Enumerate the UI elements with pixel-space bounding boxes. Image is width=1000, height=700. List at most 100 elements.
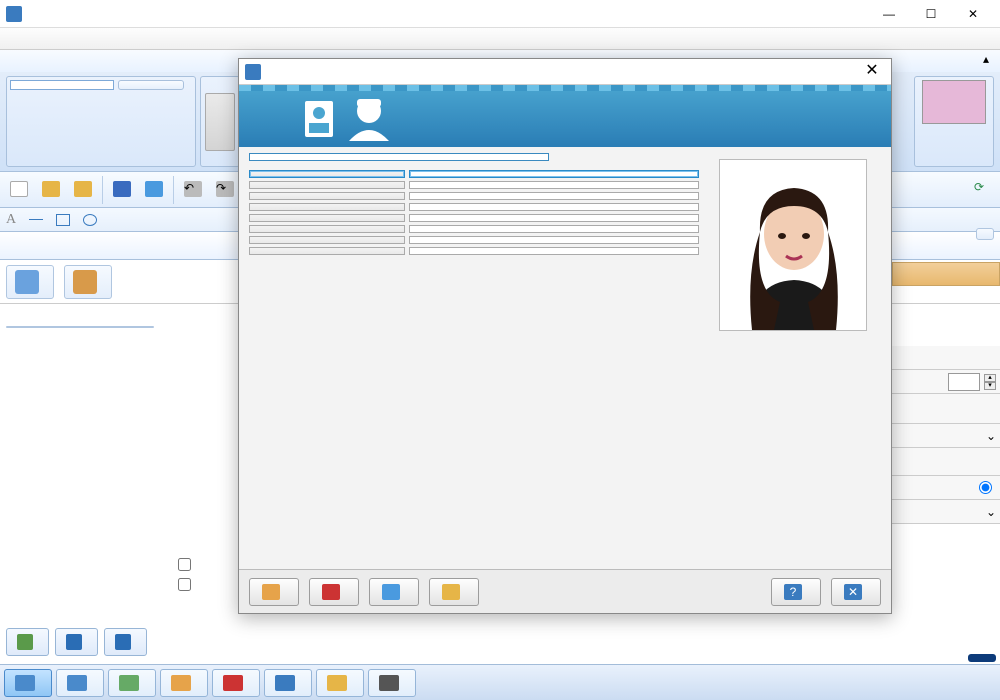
add-label-button[interactable] [6, 628, 49, 656]
close-button[interactable]: ✕ [952, 2, 994, 26]
edge-row: ▴▾ [892, 370, 1000, 394]
text-icon: A [6, 212, 16, 228]
print-icon [382, 584, 400, 600]
blank-select[interactable]: ⌄ [892, 500, 1000, 524]
row-issuing [249, 236, 699, 244]
tab-save-template[interactable] [264, 669, 312, 697]
tab-copy-design[interactable] [108, 669, 156, 697]
plus-icon [17, 634, 33, 650]
ellipse-tool[interactable] [83, 214, 100, 226]
card-back-icon [67, 675, 87, 691]
size-swatch[interactable] [922, 80, 986, 124]
edge-spinner[interactable]: ▴▾ [984, 374, 996, 390]
undo-button[interactable]: ↶ [178, 180, 208, 199]
print-icon [145, 181, 163, 197]
collapse-button[interactable]: ▴ [983, 52, 992, 66]
tab-card-front[interactable] [4, 669, 52, 697]
text-tool[interactable]: A [6, 212, 19, 228]
preview-thumb[interactable] [205, 93, 235, 151]
open-icon [42, 181, 60, 197]
tab-text-editing[interactable] [76, 65, 92, 72]
save-visitor-details-button[interactable] [55, 628, 98, 656]
line-tool[interactable] [29, 219, 46, 220]
app-icon [6, 6, 22, 22]
visitor-photo[interactable] [719, 159, 867, 331]
clear-details-button[interactable] [104, 628, 147, 656]
back-select[interactable]: ⌄ [892, 424, 1000, 448]
company2-value[interactable] [409, 214, 699, 222]
manual-checkbox-b[interactable] [178, 578, 191, 594]
phone-value[interactable] [409, 225, 699, 233]
visitor-no-value[interactable] [409, 203, 699, 211]
cancel-icon: ✕ [844, 584, 862, 600]
field-values-column [160, 326, 238, 328]
bottom-tabbar [0, 664, 1000, 700]
backup-restore-button[interactable]: ⟳ [974, 180, 994, 196]
visitor-details-header [249, 153, 549, 161]
menubar [0, 28, 1000, 50]
visitor-details-dialog: ✕ [238, 58, 892, 614]
clear-icon [115, 634, 131, 650]
template-list[interactable] [10, 80, 114, 90]
open-button[interactable] [36, 180, 66, 199]
save-button[interactable] [107, 180, 137, 199]
cancel-button[interactable]: ✕ [831, 578, 881, 606]
help-icon: ? [784, 584, 802, 600]
edge-input[interactable] [948, 373, 980, 391]
properties-header [892, 262, 1000, 286]
tab-card-back[interactable] [56, 669, 104, 697]
person-value[interactable] [409, 247, 699, 255]
save-icon [113, 181, 131, 197]
bottom-buttons [6, 628, 147, 656]
close-file-button[interactable] [68, 180, 98, 199]
card-background-button[interactable] [976, 228, 994, 240]
dialog-titlebar: ✕ [239, 59, 891, 85]
dialog-close-button[interactable]: ✕ [859, 61, 885, 83]
dialog-body [239, 147, 891, 569]
chevron-up-icon: ▴ [983, 52, 989, 66]
help-button[interactable]: ? [771, 578, 821, 606]
visitor-officer-icon [299, 91, 419, 145]
new-button[interactable] [4, 180, 34, 199]
visitor-icon [15, 270, 39, 294]
chevron-down-icon: ⌄ [986, 505, 996, 519]
company1-value[interactable] [409, 192, 699, 200]
print-button[interactable] [139, 180, 169, 199]
vertical-radio[interactable] [892, 476, 1000, 500]
printer-icon [379, 675, 399, 691]
tab-templates[interactable] [30, 65, 46, 72]
manage-template-button[interactable] [118, 80, 184, 90]
title-value[interactable] [409, 181, 699, 189]
image-icon [262, 584, 280, 600]
manual-checkbox-a[interactable] [178, 558, 191, 574]
ribbon-preview [200, 76, 240, 167]
pdf-icon [223, 675, 243, 691]
tab-print-design[interactable] [368, 669, 416, 697]
mail-icon [442, 584, 460, 600]
titlebar: — ☐ ✕ [0, 0, 1000, 28]
chevron-down-icon: ⌄ [986, 429, 996, 443]
export-pdf-button[interactable] [309, 578, 359, 606]
line-icon [29, 219, 43, 220]
properties-panel: ▴▾ ⌄ ⌄ [892, 262, 1000, 622]
export-image-button[interactable] [249, 578, 299, 606]
print-as-slip-button[interactable] [64, 265, 112, 299]
template-icon [275, 675, 295, 691]
row-company-2 [249, 214, 699, 222]
visitor-records-button[interactable] [6, 265, 54, 299]
dialog-print-button[interactable] [369, 578, 419, 606]
name-value[interactable] [409, 170, 699, 178]
slip-icon [73, 270, 97, 294]
issuing-value[interactable] [409, 236, 699, 244]
send-mail-button[interactable] [429, 578, 479, 606]
field-labels-column [6, 326, 154, 328]
tab-export-image[interactable] [160, 669, 208, 697]
tab-send-mail[interactable] [316, 669, 364, 697]
tab-export-pdf[interactable] [212, 669, 260, 697]
minimize-button[interactable]: — [868, 2, 910, 26]
ribbon-category-label [10, 161, 192, 163]
pdf-icon [322, 584, 340, 600]
redo-button[interactable]: ↷ [210, 180, 240, 199]
rectangle-tool[interactable] [56, 214, 73, 226]
maximize-button[interactable]: ☐ [910, 2, 952, 26]
